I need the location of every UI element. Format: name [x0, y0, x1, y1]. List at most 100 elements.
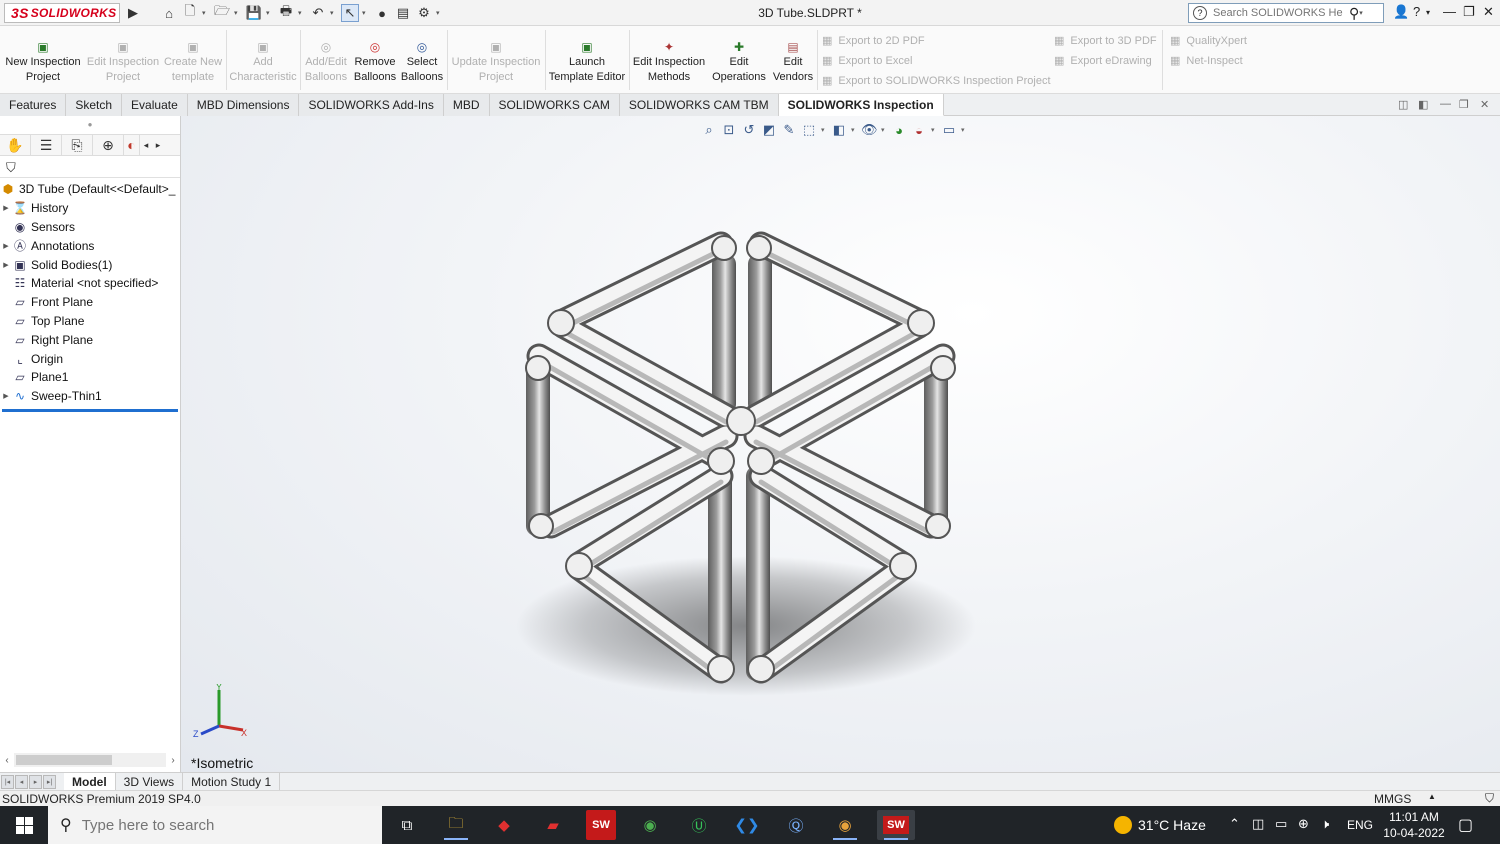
export-2d-pdf-button[interactable]: ▦ Export to 2D PDF [822, 34, 925, 48]
weather-widget[interactable]: 31°C Haze [1114, 806, 1206, 844]
tree-item-front-plane[interactable]: ▱ Front Plane [0, 293, 180, 312]
help-icon[interactable]: ? [1413, 4, 1420, 19]
undo-dropdown-icon[interactable]: ▾ [330, 9, 338, 17]
notification-icon[interactable]: ▢ [1458, 815, 1473, 835]
restore-icon[interactable]: ❐ [1463, 4, 1475, 20]
tab-solidworks-cam-tbm[interactable]: SOLIDWORKS CAM TBM [619, 94, 779, 116]
first-tab-icon[interactable]: |◂ [1, 774, 14, 789]
options-gear-icon[interactable]: ⚙ [415, 4, 433, 22]
previous-tab-icon[interactable]: ◂ [15, 774, 28, 789]
create-new-template-button[interactable]: ▣ Create New template [162, 40, 224, 85]
scroll-track[interactable] [14, 753, 166, 767]
traffic-light-icon[interactable]: ● [373, 4, 391, 22]
file-properties-icon[interactable]: ▤ [394, 4, 412, 22]
last-tab-icon[interactable]: ▸| [43, 774, 56, 789]
tree-root[interactable]: ⬢ 3D Tube (Default<<Default>_ [0, 180, 180, 199]
print-dropdown-icon[interactable]: ▾ [298, 9, 306, 17]
scroll-left-icon[interactable]: ‹ [0, 755, 14, 766]
tree-item-origin[interactable]: ⌞ Origin [0, 349, 180, 368]
save-icon[interactable]: 💾 [245, 4, 263, 22]
edit-inspection-methods-button[interactable]: ✦ Edit Inspection Methods [631, 40, 707, 85]
expand-arrow-icon[interactable]: ▶ [0, 261, 12, 269]
tab-mbd[interactable]: MBD [443, 94, 490, 116]
file-explorer-icon[interactable]: 🗀 [441, 810, 471, 840]
add-characteristic-button[interactable]: ▣ Add Characteristic [228, 40, 298, 85]
rollback-bar[interactable] [2, 409, 178, 412]
save-dropdown-icon[interactable]: ▾ [266, 9, 274, 17]
update-inspection-project-button[interactable]: ▣ Update Inspection Project [449, 40, 543, 85]
upwork-icon[interactable]: Ⓤ [684, 810, 714, 840]
tag-icon[interactable]: ⛉ [1485, 791, 1494, 806]
tab-model[interactable]: Model [64, 772, 116, 791]
open-icon[interactable]: 🗁 [213, 3, 231, 22]
new-inspection-project-button[interactable]: ▣ New Inspection Project [4, 40, 82, 85]
help-search-box[interactable]: ? ⚲ ▾ [1188, 3, 1384, 23]
tree-item-history[interactable]: ▶ ⌛ History [0, 199, 180, 218]
tab-solidworks-cam[interactable]: SOLIDWORKS CAM [489, 94, 620, 116]
vscode-icon[interactable]: ❮❯ [732, 810, 762, 840]
export-edrawing-button[interactable]: ▦ Export eDrawing [1054, 54, 1152, 68]
tab-3d-views[interactable]: 3D Views [116, 772, 184, 791]
home-icon[interactable]: ⌂ [160, 4, 178, 22]
launch-template-editor-button[interactable]: ▣ Launch Template Editor [547, 40, 627, 85]
search-icon[interactable]: ⚲ [1349, 5, 1359, 22]
tab-solidworks-add-ins[interactable]: SOLIDWORKS Add-Ins [299, 94, 444, 116]
propertymanager-tab-icon[interactable]: ☰ [31, 135, 62, 155]
tree-item-sweep-thin1[interactable]: ▶ ∿ Sweep-Thin1 [0, 387, 180, 406]
tree-item-plane1[interactable]: ▱ Plane1 [0, 368, 180, 387]
split-view-icon[interactable]: ◧ [1418, 98, 1428, 111]
undo-icon[interactable]: ↶ [309, 4, 327, 22]
search-dropdown-icon[interactable]: ▾ [1359, 9, 1367, 17]
language-indicator[interactable]: ENG [1347, 818, 1373, 832]
tab-sketch[interactable]: Sketch [66, 94, 123, 116]
export-excel-button[interactable]: ▦ Export to Excel [822, 54, 912, 68]
tube-cube-model[interactable] [181, 116, 1500, 772]
volume-icon[interactable]: 🕨 [1321, 816, 1329, 832]
tree-item-sensors[interactable]: ◉ Sensors [0, 218, 180, 237]
tree-item-annotations[interactable]: ▶ Ⓐ Annotations [0, 236, 180, 255]
panel-grip[interactable]: ● [0, 116, 180, 134]
dimxpert-tab-icon[interactable]: ⊕ [93, 135, 124, 155]
net-inspect-button[interactable]: ▦ Net-Inspect [1170, 54, 1243, 68]
export-inspection-project-button[interactable]: ▦ Export to SOLIDWORKS Inspection Project [822, 74, 1051, 88]
select-balloons-button[interactable]: ◎ Select Balloons [400, 40, 444, 85]
expand-arrow-icon[interactable]: ▶ [0, 242, 12, 250]
graphics-area[interactable]: ⌕ ⊡ ↺ ◩ ✎ ⬚ ▾ ◧ ▾ 👁 ▾ ◕ ◒ ▾ ▭ ▾ Y X Z *I… [181, 116, 1500, 772]
tab-solidworks-inspection[interactable]: SOLIDWORKS Inspection [778, 94, 944, 116]
edit-operations-button[interactable]: ✚ Edit Operations [709, 40, 769, 85]
add-edit-balloons-button[interactable]: ◎ Add/Edit Balloons [302, 40, 350, 85]
new-dropdown-icon[interactable]: ▾ [202, 9, 210, 17]
filter-icon[interactable]: ⛉ [6, 160, 16, 176]
display-manager-tab-icon[interactable]: ◐ [124, 135, 140, 155]
doc-minimize-icon[interactable]: — [1440, 98, 1451, 110]
taskbar-search[interactable]: ⚲ [48, 806, 382, 844]
new-document-icon[interactable]: 🗋 [181, 3, 199, 22]
help-search-input[interactable] [1213, 7, 1343, 19]
tab-features[interactable]: Features [0, 94, 67, 116]
options-dropdown-icon[interactable]: ▾ [436, 9, 444, 17]
tabs-scroll-left-icon[interactable]: ◂ [140, 140, 152, 151]
tray-chevron-icon[interactable]: ⌃ [1229, 816, 1240, 832]
unit-system[interactable]: MMGS [1374, 792, 1411, 806]
select-pointer-icon[interactable]: ↖ [341, 4, 359, 22]
menu-expand-icon[interactable]: ▶ [124, 4, 142, 22]
taskbar-clock[interactable]: 11:01 AM 10-04-2022 [1380, 809, 1448, 841]
zoom-search-icon[interactable]: Ⓠ [781, 810, 811, 840]
doc-restore-icon[interactable]: ❐ [1459, 98, 1469, 111]
start-button[interactable] [0, 806, 48, 844]
close-icon[interactable]: ✕ [1483, 4, 1494, 20]
tab-evaluate[interactable]: Evaluate [122, 94, 188, 116]
minimize-icon[interactable]: — [1443, 4, 1456, 19]
tree-item-right-plane[interactable]: ▱ Right Plane [0, 330, 180, 349]
network-globe-icon[interactable]: ⊕ [1298, 816, 1309, 832]
scroll-thumb[interactable] [16, 755, 112, 765]
task-view-icon[interactable]: ⧉ [392, 810, 422, 840]
tree-item-solid-bodies[interactable]: ▶ ▣ Solid Bodies(1) [0, 255, 180, 274]
solidworks-logo[interactable]: 3S SOLIDWORKS [4, 3, 120, 23]
tree-filter[interactable]: ⛉ [0, 158, 180, 178]
edit-inspection-project-button[interactable]: ▣ Edit Inspection Project [86, 40, 160, 85]
configurationmanager-tab-icon[interactable]: ⎘ [62, 135, 93, 155]
next-tab-icon[interactable]: ▸ [29, 774, 42, 789]
user-icon[interactable]: 👤 [1393, 4, 1409, 20]
tree-item-top-plane[interactable]: ▱ Top Plane [0, 312, 180, 331]
